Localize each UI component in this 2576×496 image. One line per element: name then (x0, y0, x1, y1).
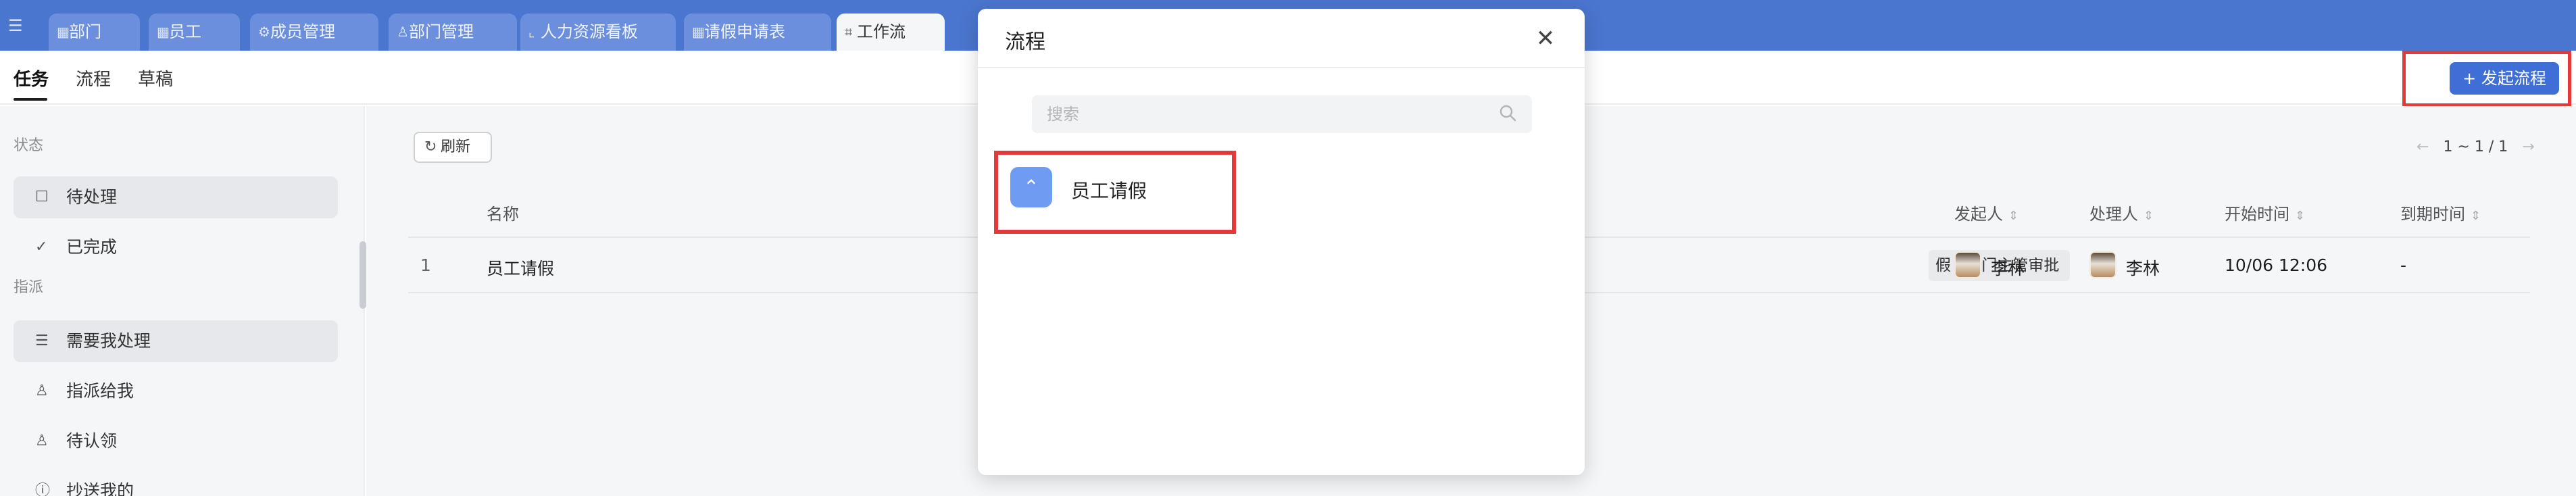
close-icon[interactable]: ✕ (1533, 26, 1558, 51)
process-item-label: 员工请假 (1071, 180, 1147, 202)
process-icon: ⌃ (1010, 167, 1052, 207)
modal-title: 流程 (1005, 30, 1045, 54)
search-input[interactable] (1032, 95, 1532, 133)
process-item-employee-leave[interactable]: ⌃ 员工请假 (1010, 163, 1227, 217)
process-picker-modal: 流程 ✕ ⌃ 员工请假 (978, 9, 1585, 475)
divider (978, 67, 1585, 68)
search-icon[interactable] (1498, 103, 1518, 124)
